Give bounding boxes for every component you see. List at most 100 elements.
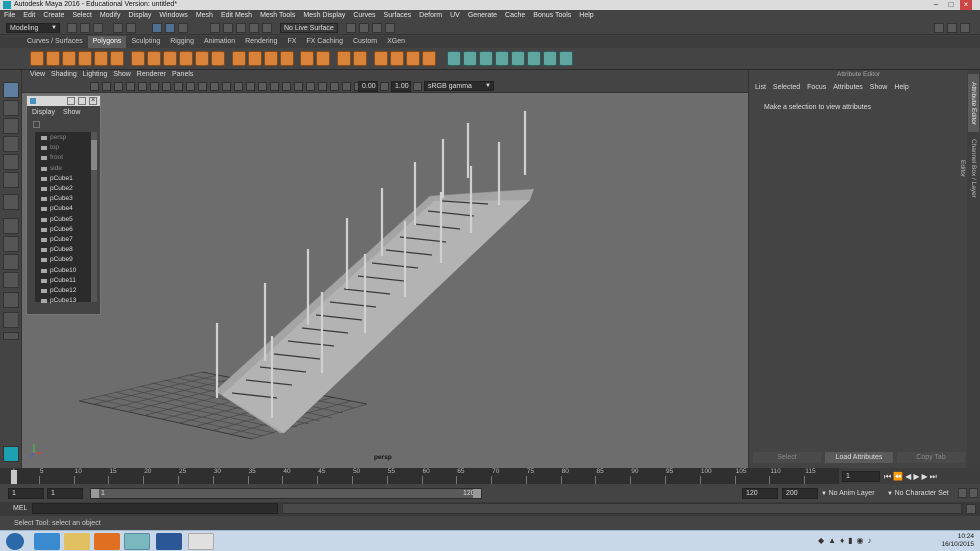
command-input[interactable]: [32, 503, 278, 514]
outliner-item[interactable]: pCube12: [35, 286, 91, 296]
poly-sphere-icon[interactable]: [30, 51, 44, 66]
load-attributes-button[interactable]: Load Attributes: [825, 452, 893, 463]
attribute-editor-tab[interactable]: Attribute Editor: [968, 74, 979, 132]
show-ui-icon[interactable]: [947, 23, 957, 33]
menu-surfaces[interactable]: Surfaces: [380, 10, 416, 21]
shadows-icon[interactable]: [270, 82, 279, 91]
maximize-icon[interactable]: □: [945, 0, 957, 10]
separate-icon[interactable]: [248, 51, 262, 66]
image-plane-icon[interactable]: [126, 82, 135, 91]
start-button-icon[interactable]: [6, 533, 24, 550]
select-button[interactable]: Select: [753, 452, 821, 463]
range-start-handle[interactable]: [91, 489, 99, 498]
playback-start-field[interactable]: 1: [47, 488, 83, 499]
start-time-field[interactable]: 1: [8, 488, 44, 499]
anim-layer-selector[interactable]: ▼ No Anim Layer: [821, 488, 881, 499]
outliner-item[interactable]: top: [35, 143, 91, 153]
outliner-item[interactable]: side: [35, 164, 91, 174]
current-frame-field[interactable]: 1: [842, 471, 880, 482]
attr-menu-show[interactable]: Show: [870, 84, 895, 91]
outliner-scrollbar[interactable]: [91, 132, 97, 302]
four-view-icon[interactable]: [3, 236, 19, 252]
gamma-field[interactable]: 1.00: [391, 81, 411, 92]
poly-cylinder-icon[interactable]: [62, 51, 76, 66]
menu-file[interactable]: File: [0, 10, 19, 21]
wireframe-on-shaded-icon[interactable]: [234, 82, 243, 91]
reduce-icon[interactable]: [316, 51, 330, 66]
render-current-frame-icon[interactable]: [346, 23, 356, 33]
outliner-item[interactable]: pCube13: [35, 296, 91, 306]
fill-hole-icon[interactable]: [422, 51, 436, 66]
menu-mesh[interactable]: Mesh: [192, 10, 217, 21]
menu-windows[interactable]: Windows: [155, 10, 191, 21]
attr-menu-focus[interactable]: Focus: [807, 84, 833, 91]
snap-curve-icon[interactable]: [223, 23, 233, 33]
range-end-handle[interactable]: [473, 489, 481, 498]
taskbar-clock[interactable]: 10:24 16/10/2015: [941, 533, 974, 549]
attr-menu-selected[interactable]: Selected: [773, 84, 807, 91]
scale-tool-icon[interactable]: [3, 172, 19, 188]
select-camera-icon[interactable]: [90, 82, 99, 91]
go-to-start-icon[interactable]: ⏮: [884, 472, 893, 481]
menu-edit[interactable]: Edit: [19, 10, 39, 21]
minimize-icon[interactable]: –: [930, 0, 942, 10]
textured-icon[interactable]: [246, 82, 255, 91]
poly-platonic-icon[interactable]: [163, 51, 177, 66]
snap-point-icon[interactable]: [236, 23, 246, 33]
menu-help[interactable]: Help: [575, 10, 597, 21]
poly-cone-icon[interactable]: [78, 51, 92, 66]
shelf-tab-custom[interactable]: Custom: [348, 36, 382, 48]
retopo-icon[interactable]: [353, 51, 367, 66]
mirror-icon[interactable]: [264, 51, 278, 66]
viewport-menu-shading[interactable]: Shading: [48, 70, 80, 80]
new-scene-icon[interactable]: [67, 23, 77, 33]
maya-home-icon[interactable]: [3, 446, 19, 462]
move-tool-icon[interactable]: [3, 136, 19, 152]
menu-uv[interactable]: UV: [446, 10, 464, 21]
attr-menu-attributes[interactable]: Attributes: [833, 84, 870, 91]
single-view-icon[interactable]: [3, 218, 19, 234]
outliner-item[interactable]: pCube3: [35, 194, 91, 204]
character-set-selector[interactable]: ▼ No Character Set: [887, 488, 957, 499]
poly-gear-icon[interactable]: [211, 51, 225, 66]
close-icon[interactable]: ×: [960, 0, 972, 10]
playback-end-field[interactable]: 120: [742, 488, 778, 499]
step-forward-icon[interactable]: ▶: [921, 472, 929, 481]
outliner-titlebar[interactable]: ×: [27, 96, 100, 106]
shelf-tab-sculpting[interactable]: Sculpting: [126, 36, 165, 48]
smooth-shade-icon[interactable]: [222, 82, 231, 91]
time-slider-ruler[interactable]: 1510152025303540455055606570758085909510…: [11, 468, 851, 484]
safe-action-icon[interactable]: [198, 82, 207, 91]
hypershade-icon[interactable]: [385, 23, 395, 33]
attr-menu-list[interactable]: List: [755, 84, 773, 91]
outliner-maximize-icon[interactable]: [78, 97, 86, 105]
ambient-occlusion-icon[interactable]: [282, 82, 291, 91]
word-icon[interactable]: [156, 533, 182, 550]
outliner-minimize-icon[interactable]: [67, 97, 75, 105]
shelf-tab-animation[interactable]: Animation: [199, 36, 240, 48]
uv-automatic-icon[interactable]: [495, 51, 509, 66]
layout-icon[interactable]: [934, 23, 944, 33]
save-scene-icon[interactable]: [93, 23, 103, 33]
poly-pipe-icon[interactable]: [179, 51, 193, 66]
end-time-field[interactable]: 200: [782, 488, 818, 499]
current-time-marker[interactable]: [11, 470, 17, 484]
menu-curves[interactable]: Curves: [349, 10, 379, 21]
channel-box-tab[interactable]: Channel Box / Layer Editor: [959, 132, 979, 204]
mode-selector[interactable]: Modeling ▼: [6, 23, 60, 33]
outliner-item[interactable]: pCube1: [35, 174, 91, 184]
outliner-item[interactable]: pCube4: [35, 204, 91, 214]
snap-grid-icon[interactable]: [210, 23, 220, 33]
anti-aliasing-icon[interactable]: [306, 82, 315, 91]
shelf-tab-fx[interactable]: FX: [282, 36, 301, 48]
extrude-icon[interactable]: [374, 51, 388, 66]
select-by-object-icon[interactable]: [165, 23, 175, 33]
menu-generate[interactable]: Generate: [464, 10, 501, 21]
grid-toggle-icon[interactable]: [138, 82, 147, 91]
menu-cache[interactable]: Cache: [501, 10, 529, 21]
gate-mask-icon[interactable]: [174, 82, 183, 91]
field-chart-icon[interactable]: [186, 82, 195, 91]
ie-icon[interactable]: [34, 533, 60, 550]
scene-view[interactable]: persp: [22, 93, 748, 468]
ipr-render-icon[interactable]: [359, 23, 369, 33]
